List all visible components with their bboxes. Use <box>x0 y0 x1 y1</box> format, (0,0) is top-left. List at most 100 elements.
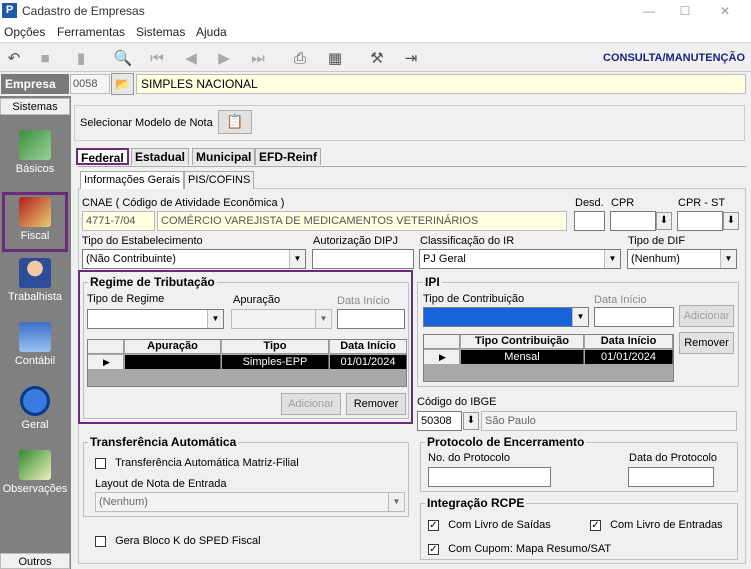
undo-icon[interactable]: ↶ <box>3 47 25 69</box>
cpr-st-field[interactable] <box>677 211 723 231</box>
menu-ajuda[interactable]: Ajuda <box>196 25 227 39</box>
desd-label: Desd. <box>575 197 604 209</box>
regime-data-field[interactable] <box>337 309 405 329</box>
menu-ferramentas[interactable]: Ferramentas <box>57 25 125 39</box>
grid-cell-data[interactable]: 01/01/2024 <box>585 350 673 364</box>
ipi-tipo-select[interactable]: ▼ <box>423 307 589 327</box>
tipo-regime-select[interactable]: ▼ <box>87 309 224 329</box>
cpr-field[interactable] <box>610 211 656 231</box>
grid-corner <box>88 340 124 354</box>
fiscal-icon <box>19 197 51 227</box>
folder-icon[interactable]: 📂 <box>111 73 134 95</box>
grid-cell-tipo[interactable]: Simples-EPP <box>222 355 329 369</box>
transf-checkbox-row[interactable]: Transferência Automática Matriz-Filial <box>95 457 299 469</box>
grid-header-tipo-contribuicao[interactable]: Tipo Contribuição <box>461 335 584 349</box>
first-record-icon[interactable]: ⏮ <box>146 47 168 69</box>
bloco-k-label: Gera Bloco K do SPED Fiscal <box>115 535 261 548</box>
ibge-code-field[interactable]: 50308 <box>417 411 462 431</box>
sidebar-item-label: Geral <box>21 419 49 431</box>
ipi-data-field[interactable] <box>594 307 674 327</box>
print-icon[interactable]: ⎙ <box>289 47 311 69</box>
desd-field[interactable] <box>574 211 605 231</box>
chevron-down-icon: ▼ <box>289 250 305 268</box>
regime-title: Regime de Tributação <box>88 275 217 289</box>
ibge-city-field[interactable]: São Paulo <box>481 411 737 431</box>
rcpe-cupom-checkbox[interactable]: ✓ <box>428 543 439 555</box>
last-record-icon[interactable]: ⏭ <box>247 47 269 69</box>
grid-header-tipo[interactable]: Tipo <box>222 340 329 354</box>
calculator-icon[interactable]: ▦ <box>324 47 346 69</box>
cnae-code-field[interactable]: 4771-7/04 <box>82 211 155 231</box>
rcpe-entradas-row[interactable]: ✓ Com Livro de Entradas <box>590 519 723 531</box>
grid-header-data[interactable]: Data Início <box>585 335 673 349</box>
aut-dipj-field[interactable] <box>312 249 414 269</box>
ipi-add-button[interactable]: Adicionar <box>679 305 734 327</box>
tab-municipal[interactable]: Municipal <box>192 148 256 165</box>
empresa-code-field[interactable]: 0058 <box>70 74 110 94</box>
stop-icon[interactable]: ■ <box>34 47 56 69</box>
sidebar-item-contabil[interactable]: Contábil <box>2 318 68 378</box>
cpr-st-dropdown-icon[interactable]: ⬇ <box>723 212 739 230</box>
grid-cell-tipo[interactable]: Mensal <box>461 350 584 364</box>
close-icon[interactable]: ✕ <box>705 0 745 22</box>
menu-sistemas[interactable]: Sistemas <box>136 25 185 39</box>
grid-cell-apuracao[interactable] <box>125 355 221 369</box>
minimize-icon[interactable]: — <box>629 0 669 22</box>
tipo-dif-select[interactable]: (Nenhum) ▼ <box>627 249 737 269</box>
tab-estadual[interactable]: Estadual <box>131 148 190 165</box>
class-ir-value: PJ Geral <box>423 253 466 265</box>
layout-select[interactable]: (Nenhum) ▼ <box>95 492 405 512</box>
grid-header-apuracao[interactable]: Apuração <box>125 340 221 354</box>
regime-grid[interactable]: Apuração Tipo Data Início ▶ Simples-EPP … <box>87 339 407 387</box>
cnae-desc-field[interactable]: COMÉRCIO VAREJISTA DE MEDICAMENTOS VETER… <box>157 211 567 231</box>
sidebar-item-observacoes[interactable]: Observações <box>2 446 68 506</box>
subtab-informacoes-gerais[interactable]: Informações Gerais <box>80 171 184 189</box>
grid-header-data[interactable]: Data Início <box>330 340 407 354</box>
ibge-dropdown-icon[interactable]: ⬇ <box>463 412 479 430</box>
protocolo-data-field[interactable] <box>628 467 714 487</box>
chevron-down-icon: ▼ <box>572 308 588 326</box>
exit-icon[interactable]: ⇥ <box>400 47 422 69</box>
cpr-dropdown-icon[interactable]: ⬇ <box>656 212 672 230</box>
tab-efd-reinf[interactable]: EFD-Reinf <box>255 148 321 165</box>
empresa-name-field[interactable]: SIMPLES NACIONAL <box>136 74 746 94</box>
ipi-grid[interactable]: Tipo Contribuição Data Início ▶ Mensal 0… <box>423 334 674 382</box>
regime-apuracao-select[interactable]: ▼ <box>231 309 332 329</box>
bloco-k-checkbox-row[interactable]: Gera Bloco K do SPED Fiscal <box>95 535 261 547</box>
maximize-icon[interactable]: ☐ <box>665 0 705 22</box>
mode-label: CONSULTA/MANUTENÇÃO <box>603 52 745 64</box>
subtab-pis-cofins[interactable]: PIS/COFINS <box>184 171 255 189</box>
sidebar-item-basicos[interactable]: Básicos <box>2 126 68 186</box>
rcpe-cupom-row[interactable]: ✓ Com Cupom: Mapa Resumo/SAT <box>428 543 611 555</box>
sidebar-item-fiscal[interactable]: Fiscal <box>2 192 68 252</box>
transf-checkbox[interactable] <box>95 457 106 469</box>
tipo-regime-label: Tipo de Regime <box>87 293 165 305</box>
rcpe-saidas-checkbox[interactable]: ✓ <box>428 519 439 531</box>
preview-icon[interactable]: 🔍 <box>112 47 134 69</box>
regime-remove-button[interactable]: Remover <box>346 393 406 415</box>
tab-federal[interactable]: Federal <box>76 148 129 165</box>
ipi-title: IPI <box>423 275 442 289</box>
next-record-icon[interactable]: ▶ <box>213 47 235 69</box>
rcpe-entradas-checkbox[interactable]: ✓ <box>590 519 601 531</box>
tools-icon[interactable]: ⚒ <box>366 47 388 69</box>
sidebar-item-trabalhista[interactable]: Trabalhista <box>2 254 68 314</box>
modelo-nota-button[interactable]: 📋 <box>218 110 252 134</box>
prev-record-icon[interactable]: ◀ <box>180 47 202 69</box>
bookmark-icon[interactable]: ▮ <box>70 47 92 69</box>
rcpe-saidas-row[interactable]: ✓ Com Livro de Saídas <box>428 519 551 531</box>
sidebar-header[interactable]: Sistemas <box>0 98 70 115</box>
cpr-st-label: CPR - ST <box>678 197 726 209</box>
protocolo-num-field[interactable] <box>428 467 551 487</box>
sidebar-footer[interactable]: Outros <box>0 553 70 569</box>
sidebar-item-geral[interactable]: Geral <box>2 382 68 442</box>
class-ir-select[interactable]: PJ Geral ▼ <box>419 249 621 269</box>
menu-opcoes[interactable]: Opções <box>4 25 45 39</box>
grid-cell-data[interactable]: 01/01/2024 <box>330 355 407 369</box>
bloco-k-checkbox[interactable] <box>95 535 106 547</box>
tipo-dif-value: (Nenhum) <box>631 253 680 265</box>
ipi-remove-button[interactable]: Remover <box>679 332 734 354</box>
tipo-estab-select[interactable]: (Não Contribuinte) ▼ <box>82 249 306 269</box>
regime-add-button[interactable]: Adicionar <box>281 393 341 415</box>
protocolo-num-label: No. do Protocolo <box>428 452 510 464</box>
